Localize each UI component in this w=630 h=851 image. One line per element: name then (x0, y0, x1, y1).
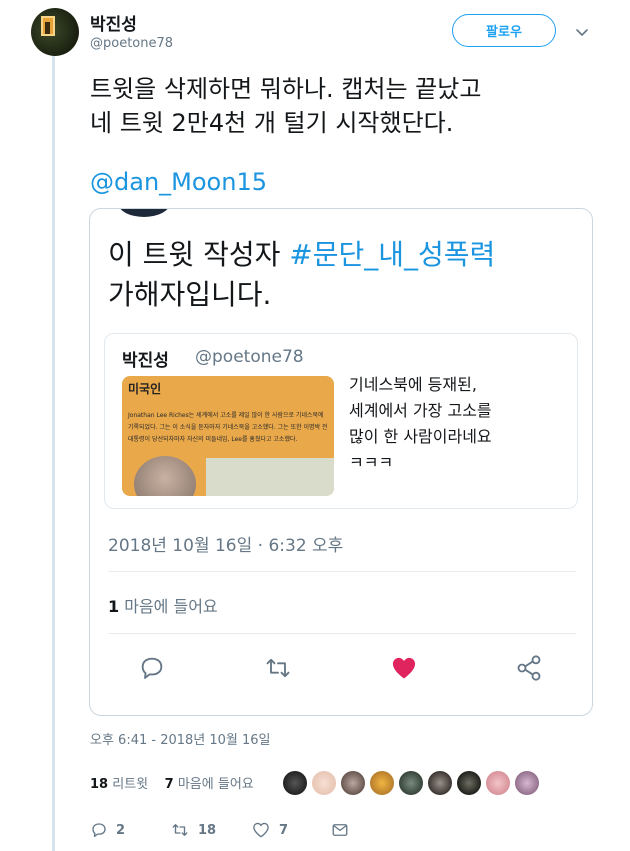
liker-avatar[interactable] (283, 771, 307, 795)
bottom-reply[interactable]: 2 (90, 820, 125, 840)
liker-avatar[interactable] (399, 771, 423, 795)
mention-link[interactable]: @dan_Moon15 (90, 168, 267, 196)
thumb-body: Jonathan Lee Riches는 세계에서 고소를 제일 많이 한 사람… (128, 412, 328, 443)
quoted-text-line2: 가해자입니다. (108, 278, 272, 311)
quoted-likes-line[interactable]: 1 마음에 들어요 (108, 593, 218, 617)
quoted-likes-count: 1 (108, 597, 120, 616)
hashtag-link[interactable]: #문단_내_성폭력 (289, 238, 495, 271)
liker-avatar[interactable] (457, 771, 481, 795)
inner-text-line2: 세계에서 가장 고소를 (349, 401, 492, 420)
chevron-down-icon[interactable] (574, 24, 590, 40)
likes-label[interactable]: 마음에 들어요 (178, 777, 254, 792)
heart-outline-icon (253, 822, 269, 838)
divider (108, 571, 576, 572)
quoted-avatar (118, 209, 170, 217)
thumb-face (134, 456, 196, 496)
retweets-count[interactable]: 18 (90, 777, 108, 792)
author-handle[interactable]: @poetone78 (90, 36, 173, 51)
liker-avatar[interactable] (312, 771, 336, 795)
reply-icon[interactable] (138, 654, 166, 682)
inner-author-handle: @poetone78 (195, 347, 304, 367)
retweet-icon[interactable] (264, 654, 292, 682)
retweet-icon (172, 824, 188, 836)
inner-tweet-text: 기네스북에 등재된, 세계에서 가장 고소를 많이 한 사람이라네요 ㅋㅋㅋ (349, 372, 569, 476)
divider (108, 633, 576, 634)
like-count: 7 (279, 822, 289, 838)
quoted-likes-label: 마음에 들어요 (124, 597, 218, 616)
thumb-title: 미국인 (128, 382, 162, 396)
reply-count: 2 (116, 822, 126, 838)
bottom-like[interactable]: 7 (251, 820, 288, 840)
follow-button[interactable]: 팔로우 (452, 14, 556, 47)
quoted-text-prefix: 이 트윗 작성자 (108, 238, 290, 271)
likes-count[interactable]: 7 (165, 777, 174, 792)
thread-line (52, 56, 55, 851)
liker-avatar[interactable] (486, 771, 510, 795)
inner-text-line3: 많이 한 사람이라네요 (349, 427, 492, 446)
reply-icon (92, 823, 106, 838)
quoted-timestamp[interactable]: 2018년 10월 16일 · 6:32 오후 (108, 531, 343, 556)
tweet-text-line2: 네 트윗 2만4천 개 털기 시작했단다. (90, 109, 454, 137)
heart-icon[interactable] (390, 654, 418, 682)
bottom-message[interactable] (331, 820, 357, 840)
thumb-document (206, 458, 334, 496)
inner-text-line4: ㅋㅋㅋ (349, 453, 394, 472)
author-avatar[interactable] (31, 8, 79, 56)
liker-avatar[interactable] (515, 771, 539, 795)
inner-thumbnail-image[interactable]: 미국인 Jonathan Lee Riches는 세계에서 고소를 제일 많이 … (122, 376, 334, 496)
liker-avatar[interactable] (428, 771, 452, 795)
tweet-text: 트윗을 삭제하면 뭐하나. 캡처는 끝났고 네 트윗 2만4천 개 털기 시작했… (90, 72, 590, 140)
mail-icon (332, 824, 348, 836)
share-icon[interactable] (515, 654, 543, 682)
tweet-timestamp[interactable]: 오후 6:41 - 2018년 10월 16일 (90, 729, 271, 748)
inner-author-name: 박진성 (122, 351, 169, 371)
liker-avatar[interactable] (341, 771, 365, 795)
inner-quoted-card[interactable]: 박진성 @poetone78 미국인 Jonathan Lee Riches는 … (104, 333, 578, 509)
retweet-count: 18 (198, 822, 217, 838)
author-name[interactable]: 박진성 (90, 10, 137, 35)
retweets-label[interactable]: 리트윗 (112, 777, 148, 792)
quoted-tweet-card[interactable]: 이 트윗 작성자 #문단_내_성폭력 가해자입니다. 박진성 @poetone7… (89, 208, 593, 716)
bottom-retweet[interactable]: 18 (170, 820, 216, 840)
inner-text-line1: 기네스북에 등재된, (349, 375, 477, 394)
avatar-door (45, 22, 50, 34)
tweet-stats: 18 리트윗 7 마음에 들어요 (90, 773, 254, 792)
liker-avatar[interactable] (370, 771, 394, 795)
tweet-text-line1: 트윗을 삭제하면 뭐하나. 캡처는 끝났고 (90, 75, 482, 103)
quoted-tweet-text: 이 트윗 작성자 #문단_내_성폭력 가해자입니다. (108, 235, 578, 315)
